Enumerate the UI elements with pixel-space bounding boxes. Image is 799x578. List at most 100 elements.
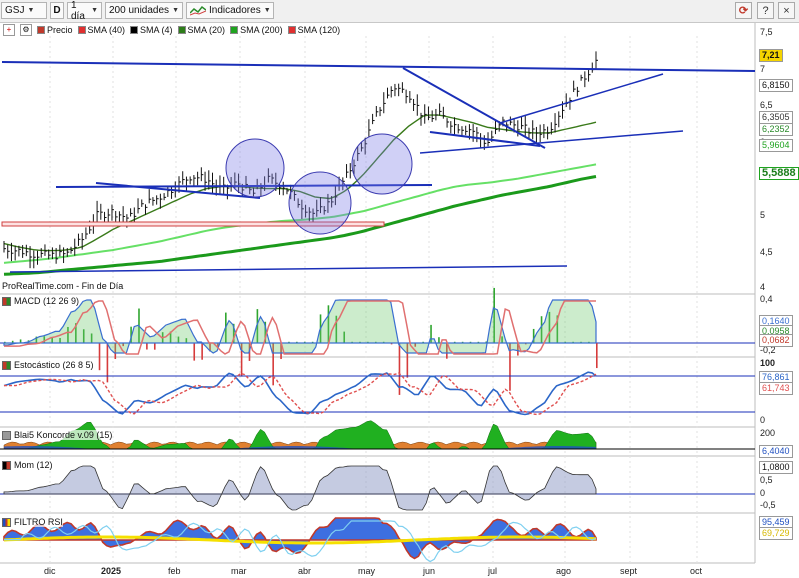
price-bar xyxy=(137,198,141,214)
price-bar xyxy=(219,175,222,194)
pattern-circle xyxy=(225,138,285,198)
rsi-icon xyxy=(2,517,11,527)
price-bar xyxy=(130,208,133,217)
price-bar xyxy=(521,116,524,130)
macd-tag: 0,0682 xyxy=(759,334,793,347)
scale-tick: 4,5 xyxy=(760,247,773,257)
macd-histogram-bar xyxy=(98,343,101,371)
koncorde-panel xyxy=(0,420,755,450)
koncorde-label[interactable]: Blai5 Koncorde v.09 (15) xyxy=(2,430,113,440)
rsi-tag: 69,729 xyxy=(759,527,793,540)
price-bar xyxy=(185,176,189,191)
stoch-title: Estocástico (26 8 5) xyxy=(14,360,94,370)
x-axis-label: dic xyxy=(44,566,56,576)
price-bar xyxy=(588,69,591,82)
price-bar xyxy=(204,171,208,191)
price-bar xyxy=(368,119,371,137)
scale-tick: 6,5 xyxy=(760,100,773,110)
stoch-tag: 61,743 xyxy=(759,382,793,395)
x-axis-label: mar xyxy=(231,566,247,576)
source-label: ProRealTime.com - Fin de Día xyxy=(2,281,124,291)
price-bar xyxy=(420,112,424,126)
stoch-label[interactable]: Estocástico (26 8 5) xyxy=(2,360,94,370)
price-bar xyxy=(346,164,349,178)
price-bar xyxy=(372,113,375,125)
x-axis-label: may xyxy=(358,566,376,576)
price-bar xyxy=(189,176,193,185)
scale-tick: 200 xyxy=(760,428,776,438)
price-tag: 6,8150 xyxy=(759,79,793,92)
macd-histogram-bar xyxy=(438,337,440,343)
scale-tick: -0,5 xyxy=(760,500,776,510)
price-bar xyxy=(74,238,77,256)
trend-line xyxy=(499,73,664,124)
price-bar xyxy=(457,124,461,134)
rsi-panel xyxy=(3,517,597,563)
price-bar xyxy=(171,185,174,199)
price-bar xyxy=(454,117,457,136)
price-bar xyxy=(509,116,513,126)
pattern-circles xyxy=(225,133,413,235)
rsi-title: FILTRO RSI xyxy=(14,517,63,527)
price-bar xyxy=(591,62,595,73)
price-bar xyxy=(379,106,383,117)
price-bar xyxy=(435,108,438,121)
price-bar xyxy=(40,248,44,258)
price-bar xyxy=(554,113,558,133)
price-bar xyxy=(282,181,286,196)
macd-label[interactable]: MACD (12 26 9) xyxy=(2,296,80,306)
x-axis-label: ago xyxy=(556,566,572,576)
scale-tick: 7 xyxy=(760,64,766,74)
scale-tick: 4 xyxy=(760,282,766,292)
scale-tick: 0 xyxy=(760,488,766,498)
stoch-icon xyxy=(2,360,11,370)
price-bar xyxy=(595,51,598,70)
x-axis-label: abr xyxy=(298,566,312,576)
price-tag-last: 7,21 xyxy=(759,49,783,62)
macd-icon xyxy=(2,296,11,306)
price-bar xyxy=(528,127,531,140)
scale-tick: 0,5 xyxy=(760,475,773,485)
price-bar xyxy=(532,120,535,140)
price-bar xyxy=(25,244,29,257)
price-bar xyxy=(472,124,476,142)
price-bar xyxy=(212,172,215,195)
price-bar xyxy=(576,86,580,97)
macd-title: MACD (12 26 9) xyxy=(14,296,80,306)
price-bar xyxy=(100,203,103,220)
price-bar xyxy=(182,171,185,185)
price-bar xyxy=(476,127,479,143)
price-bar xyxy=(163,193,167,201)
scale-tick: 0 xyxy=(760,415,766,425)
price-bar xyxy=(167,187,170,197)
price-bar xyxy=(465,125,468,136)
mom-title: Mom (12) xyxy=(14,460,53,470)
price-bar xyxy=(200,167,204,182)
macd-histogram-bar xyxy=(201,343,203,360)
pattern-circle xyxy=(288,171,352,235)
macd-histogram-bar xyxy=(596,343,598,369)
x-axis-label: jun xyxy=(423,566,436,576)
price-bar xyxy=(439,103,442,116)
scale-tick: 0,4 xyxy=(760,294,773,304)
price-bar xyxy=(22,245,25,258)
price-bar xyxy=(409,91,412,103)
scale-tick: 5 xyxy=(760,210,766,220)
macd-histogram-bar xyxy=(153,343,156,350)
mom-icon xyxy=(2,460,11,470)
price-bar xyxy=(386,87,390,99)
price-bar xyxy=(569,97,572,110)
macd-histogram-bar xyxy=(193,343,196,361)
x-axis-label: feb xyxy=(168,566,181,576)
pattern-circle xyxy=(351,133,413,195)
rsi-label[interactable]: FILTRO RSI xyxy=(2,517,63,527)
mom-tag: 1,0800 xyxy=(759,461,793,474)
price-bar xyxy=(141,199,144,207)
mom-label[interactable]: Mom (12) xyxy=(2,460,53,470)
price-bar xyxy=(197,171,200,186)
price-bar xyxy=(14,245,18,261)
price-tag: 6,2352 xyxy=(759,123,793,136)
price-bar xyxy=(565,93,569,108)
price-bar xyxy=(70,246,74,254)
koncorde-tag: 6,4040 xyxy=(759,445,793,458)
